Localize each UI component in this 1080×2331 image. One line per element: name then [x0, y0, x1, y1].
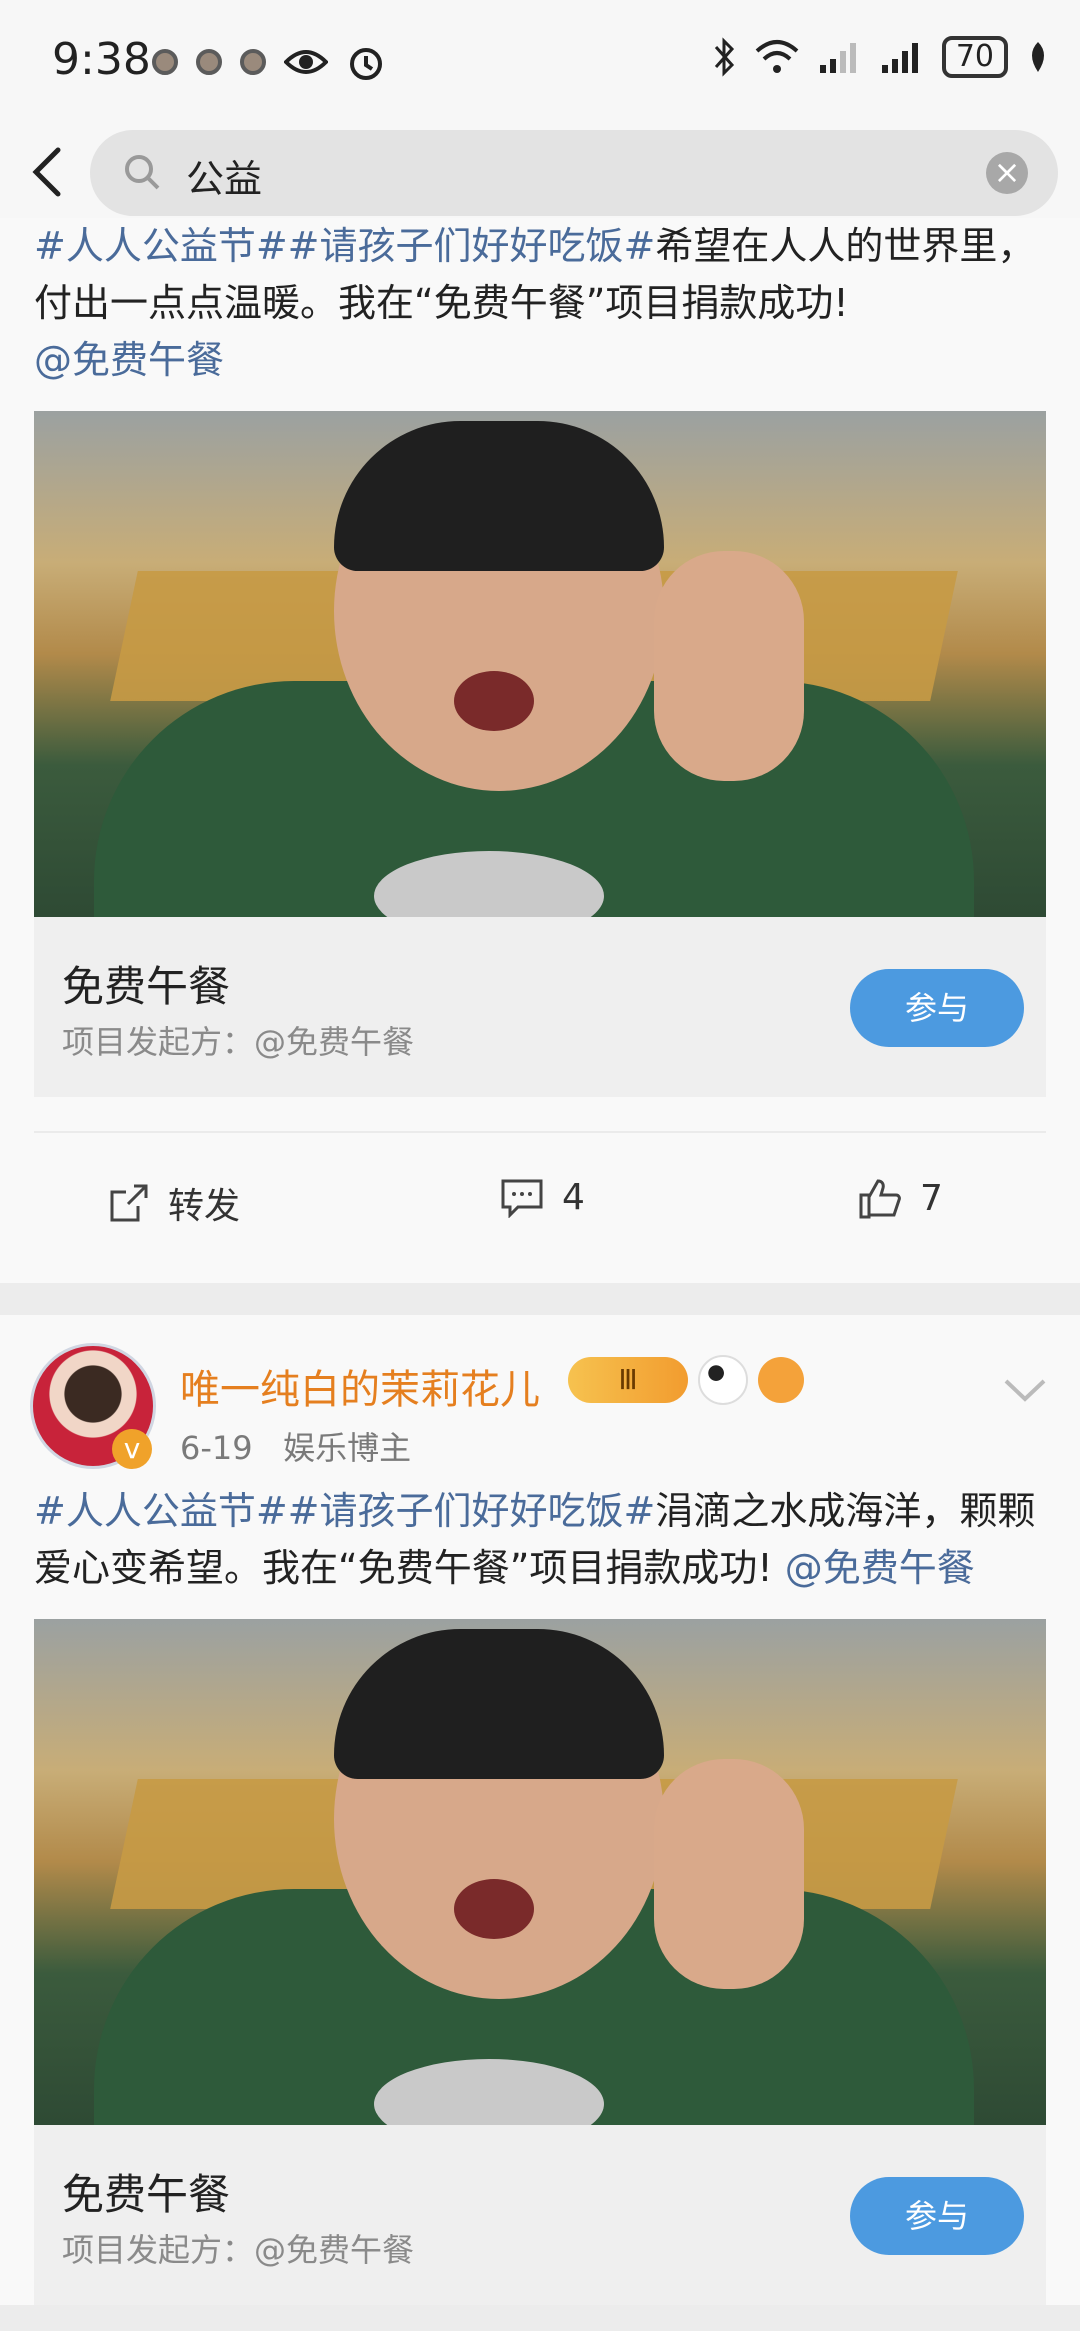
signal-icon-1	[819, 43, 856, 73]
user-badges: Ⅲ	[568, 1355, 804, 1405]
join-button[interactable]: 参与	[850, 2177, 1024, 2255]
post-photo[interactable]	[34, 411, 1046, 917]
status-time: 9:38	[52, 34, 151, 85]
search-query: 公益	[186, 157, 263, 201]
post-text: #人人公益节##请孩子们好好吃饭#涓滴之水成海洋，颗颗爱心变希望。我在“免费午餐…	[34, 1483, 1046, 1597]
project-title: 免费午餐	[62, 2170, 231, 2219]
project-sponsor: 项目发起方：@免费午餐	[62, 1023, 415, 1061]
chevron-down-icon[interactable]	[1002, 1375, 1048, 1405]
leaf-icon	[1032, 42, 1044, 72]
clear-icon[interactable]: ×	[986, 152, 1028, 194]
divider	[0, 1283, 1080, 1315]
post-meta: 6-19 娱乐博主	[180, 1423, 411, 1469]
repost-icon	[110, 1184, 148, 1222]
level-badge-icon: Ⅲ	[568, 1357, 688, 1403]
bluetooth-icon	[714, 37, 734, 77]
back-icon[interactable]	[24, 144, 74, 200]
project-card[interactable]: 免费午餐 项目发起方：@免费午餐 参与	[34, 917, 1046, 1097]
comment-icon	[501, 1179, 543, 1218]
like-count: 7	[920, 1177, 943, 1219]
post-hashtags[interactable]: #人人公益节##请孩子们好好吃饭#	[34, 224, 655, 268]
like-button[interactable]: 7	[858, 1177, 943, 1219]
comment-button[interactable]: 4	[500, 1177, 585, 1218]
username[interactable]: 唯一纯白的茉莉花儿	[180, 1357, 540, 1415]
post-actions: 转发 4 7	[34, 1131, 1046, 1283]
join-button[interactable]: 参与	[850, 969, 1024, 1047]
project-title: 免费午餐	[62, 962, 231, 1011]
notification-icon	[152, 49, 178, 75]
post-date: 6-19	[180, 1429, 253, 1467]
notification-icon	[240, 49, 266, 75]
repost-label: 转发	[168, 1186, 241, 1227]
pufferfish-icon	[758, 1357, 804, 1403]
post-mention[interactable]: @免费午餐	[785, 1546, 975, 1590]
status-bar: 9:38 70	[0, 0, 1080, 120]
post-card: #人人公益节##请孩子们好好吃饭#希望在人人的世界里，付出一点点温暖。我在“免费…	[0, 218, 1080, 1283]
post-hashtags[interactable]: #人人公益节##请孩子们好好吃饭#	[34, 1489, 655, 1533]
project-card[interactable]: 免费午餐 项目发起方：@免费午餐 参与	[34, 2125, 1046, 2305]
post-mention[interactable]: @免费午餐	[34, 338, 224, 382]
post-card: v 唯一纯白的茉莉花儿 Ⅲ 6-19 娱乐博主 #人人公益节##请孩子们好好吃饭…	[0, 1315, 1080, 2305]
search-bar: 公益 ×	[0, 120, 1080, 224]
thumbs-up-icon	[859, 1179, 901, 1219]
battery-indicator: 70	[941, 36, 1008, 78]
panda-icon	[698, 1355, 748, 1405]
user-role: 娱乐博主	[283, 1429, 412, 1467]
alarm-icon	[350, 48, 382, 80]
post-text: #人人公益节##请孩子们好好吃饭#希望在人人的世界里，付出一点点温暖。我在“免费…	[34, 218, 1046, 389]
system-icons: 70	[712, 36, 1050, 78]
wifi-icon	[755, 40, 799, 73]
repost-button[interactable]: 转发	[108, 1177, 240, 1229]
notification-icons	[152, 42, 386, 82]
feed: #人人公益节##请孩子们好好吃饭#希望在人人的世界里，付出一点点温暖。我在“免费…	[0, 218, 1080, 2305]
signal-icon-2	[881, 43, 918, 73]
search-icon	[125, 155, 160, 190]
eye-icon	[284, 50, 328, 74]
post-photo[interactable]	[34, 1619, 1046, 2125]
project-sponsor: 项目发起方：@免费午餐	[62, 2231, 415, 2269]
search-input[interactable]: 公益 ×	[90, 130, 1058, 216]
verified-icon: v	[112, 1429, 152, 1469]
post-header: v 唯一纯白的茉莉花儿 Ⅲ 6-19 娱乐博主	[0, 1315, 1080, 1485]
comment-count: 4	[562, 1177, 585, 1218]
notification-icon	[196, 49, 222, 75]
